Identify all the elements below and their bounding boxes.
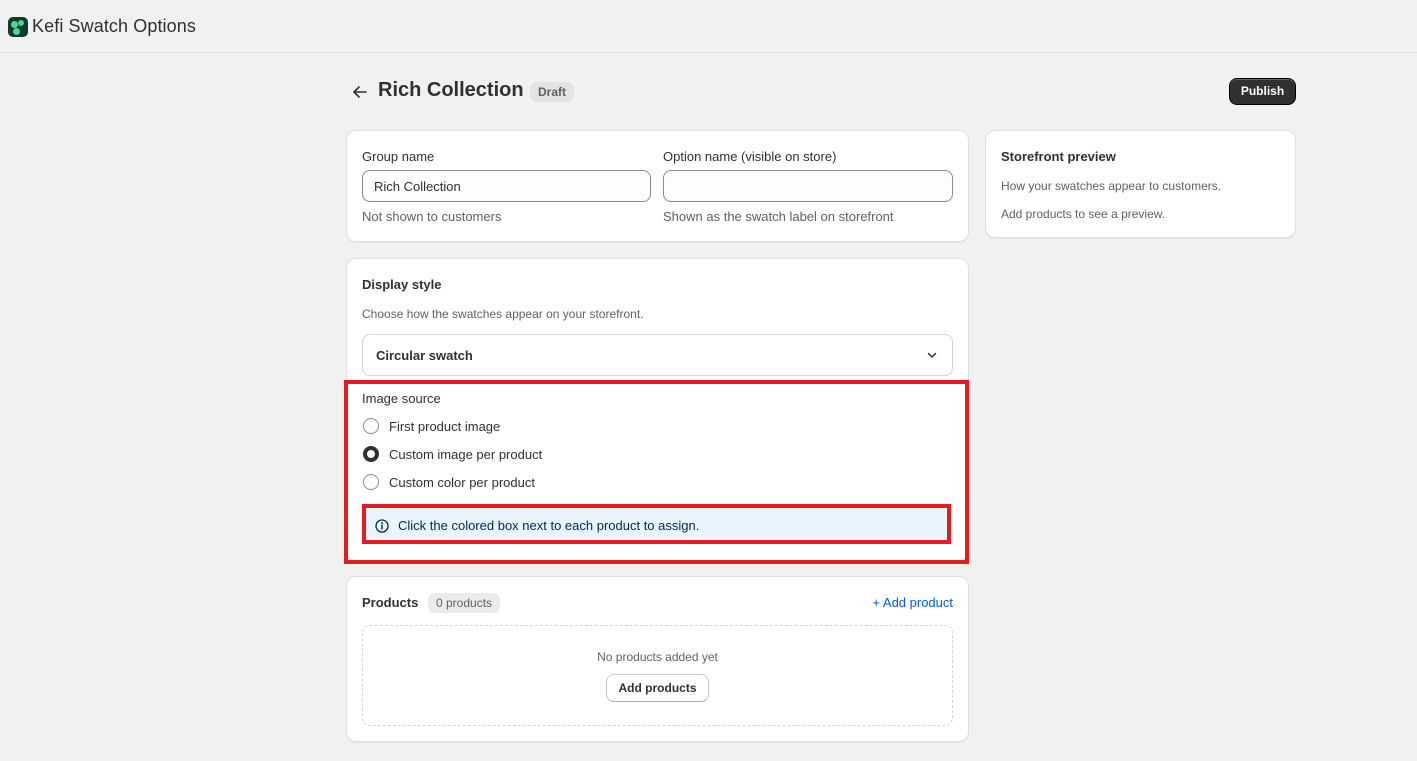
page-title: Rich Collection bbox=[378, 79, 524, 101]
radio-label-custom-image-per-product[interactable]: Custom image per product bbox=[389, 447, 542, 462]
products-count-badge: 0 products bbox=[428, 593, 501, 613]
display-style-title: Display style bbox=[362, 277, 442, 292]
display-style-select[interactable]: Circular swatch bbox=[362, 334, 953, 376]
option-name-input[interactable] bbox=[663, 170, 953, 202]
products-empty-text: No products added yet bbox=[597, 650, 718, 664]
display-style-value: Circular swatch bbox=[376, 348, 473, 363]
group-name-label: Group name bbox=[362, 149, 435, 164]
chevron-down-icon bbox=[927, 352, 937, 358]
radio-custom-image-per-product[interactable] bbox=[363, 446, 379, 462]
info-icon bbox=[375, 519, 389, 533]
preview-description: How your swatches appear to customers. bbox=[1001, 179, 1222, 193]
products-title: Products bbox=[362, 595, 419, 610]
group-name-input[interactable] bbox=[362, 170, 651, 202]
radio-custom-color-per-product[interactable] bbox=[363, 474, 379, 490]
preview-title: Storefront preview bbox=[1001, 149, 1116, 164]
arrow-left-icon[interactable] bbox=[350, 82, 370, 102]
app-header: Kefi Swatch Options bbox=[0, 0, 1417, 53]
app-title: Kefi Swatch Options bbox=[32, 16, 196, 36]
publish-button[interactable]: Publish bbox=[1229, 78, 1296, 105]
info-banner-text: Click the colored box next to each produ… bbox=[398, 518, 700, 533]
add-products-button[interactable]: Add products bbox=[606, 674, 709, 702]
option-name-label: Option name (visible on store) bbox=[663, 149, 837, 164]
group-settings-card: Group name Not shown to customers Option… bbox=[346, 130, 969, 242]
radio-label-first-product-image[interactable]: First product image bbox=[389, 419, 500, 434]
option-name-help: Shown as the swatch label on storefront bbox=[663, 209, 894, 224]
products-empty-state: No products added yet Add products bbox=[362, 625, 953, 726]
info-banner: Click the colored box next to each produ… bbox=[365, 509, 950, 541]
display-style-description: Choose how the swatches appear on your s… bbox=[362, 307, 644, 321]
display-style-card: Display style Choose how the swatches ap… bbox=[346, 258, 969, 561]
status-badge: Draft bbox=[530, 82, 575, 102]
add-product-link[interactable]: + Add product bbox=[872, 595, 953, 610]
radio-label-custom-color-per-product[interactable]: Custom color per product bbox=[389, 475, 535, 490]
group-name-help: Not shown to customers bbox=[362, 209, 502, 224]
preview-empty-text: Add products to see a preview. bbox=[1001, 207, 1166, 221]
storefront-preview-card: Storefront preview How your swatches app… bbox=[985, 130, 1296, 238]
image-source-label: Image source bbox=[362, 391, 441, 406]
products-card: Products 0 products + Add product No pro… bbox=[346, 576, 969, 742]
app-logo-icon bbox=[8, 17, 28, 37]
radio-first-product-image[interactable] bbox=[363, 418, 379, 434]
